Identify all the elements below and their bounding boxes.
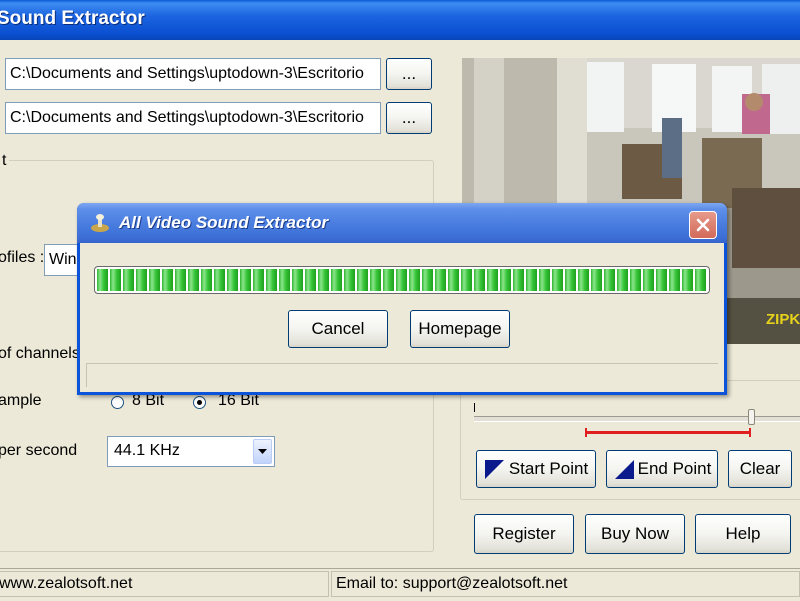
bits-per-sample-label: ample [0,392,42,409]
window-title: Sound Extractor [0,8,145,29]
samples-value: 44.1 KHz [114,442,180,459]
status-website[interactable]: www.zealotsoft.net [0,571,329,597]
close-icon [696,218,710,232]
homepage-button[interactable]: Homepage [410,310,510,348]
dialog-body: Cancel Homepage [80,243,724,392]
status-email[interactable]: Email to: support@zealotsoft.net [331,571,800,597]
dialog-title-bar: All Video Sound Extractor [77,203,727,243]
output-path-field[interactable]: C:\Documents and Settings\uptodown-3\Esc… [5,102,381,134]
start-point-icon [484,460,504,479]
end-point-button[interactable]: End Point [606,450,718,488]
settings-group-caption: t [0,152,10,170]
browse-output-button[interactable]: ... [386,102,432,134]
window-title-bar: Sound Extractor [0,0,800,40]
radio-8-bit[interactable] [111,396,124,409]
position-slider-thumb[interactable] [748,409,756,425]
samples-combo[interactable]: 44.1 KHz [107,436,275,467]
dialog-close-button[interactable] [689,211,717,239]
slider-start-tick [474,403,475,412]
progress-bar-fill [97,269,707,291]
video-watermark: ZIPK [766,311,800,328]
register-button[interactable]: Register [474,514,574,554]
progress-bar [94,266,710,294]
samples-label: per second [0,442,78,459]
input-path-field[interactable]: C:\Documents and Settings\uptodown-3\Esc… [5,58,381,90]
cancel-button[interactable]: Cancel [288,310,388,348]
browse-input-button[interactable]: ... [386,58,432,90]
dialog-title: All Video Sound Extractor [119,213,329,232]
profiles-label: ofiles : [0,249,45,266]
radio-selected-dot [197,400,202,405]
help-button[interactable]: Help [695,514,791,554]
start-point-button[interactable]: Start Point [476,450,596,488]
clear-button[interactable]: Clear [728,450,792,488]
end-point-icon [614,460,634,479]
trim-selection-range [584,428,752,437]
channels-label: of channels [0,345,80,362]
status-bar: www.zealotsoft.net Email to: support@zea… [0,568,800,601]
combo-dropdown-button[interactable] [253,439,272,464]
dialog-status-panel [86,363,718,387]
chevron-down-icon [258,449,267,454]
app-icon [91,214,109,232]
progress-dialog: All Video Sound Extractor Cancel Homepag… [77,203,727,395]
radio-16-bit[interactable] [193,396,206,409]
buy-now-button[interactable]: Buy Now [585,514,685,554]
